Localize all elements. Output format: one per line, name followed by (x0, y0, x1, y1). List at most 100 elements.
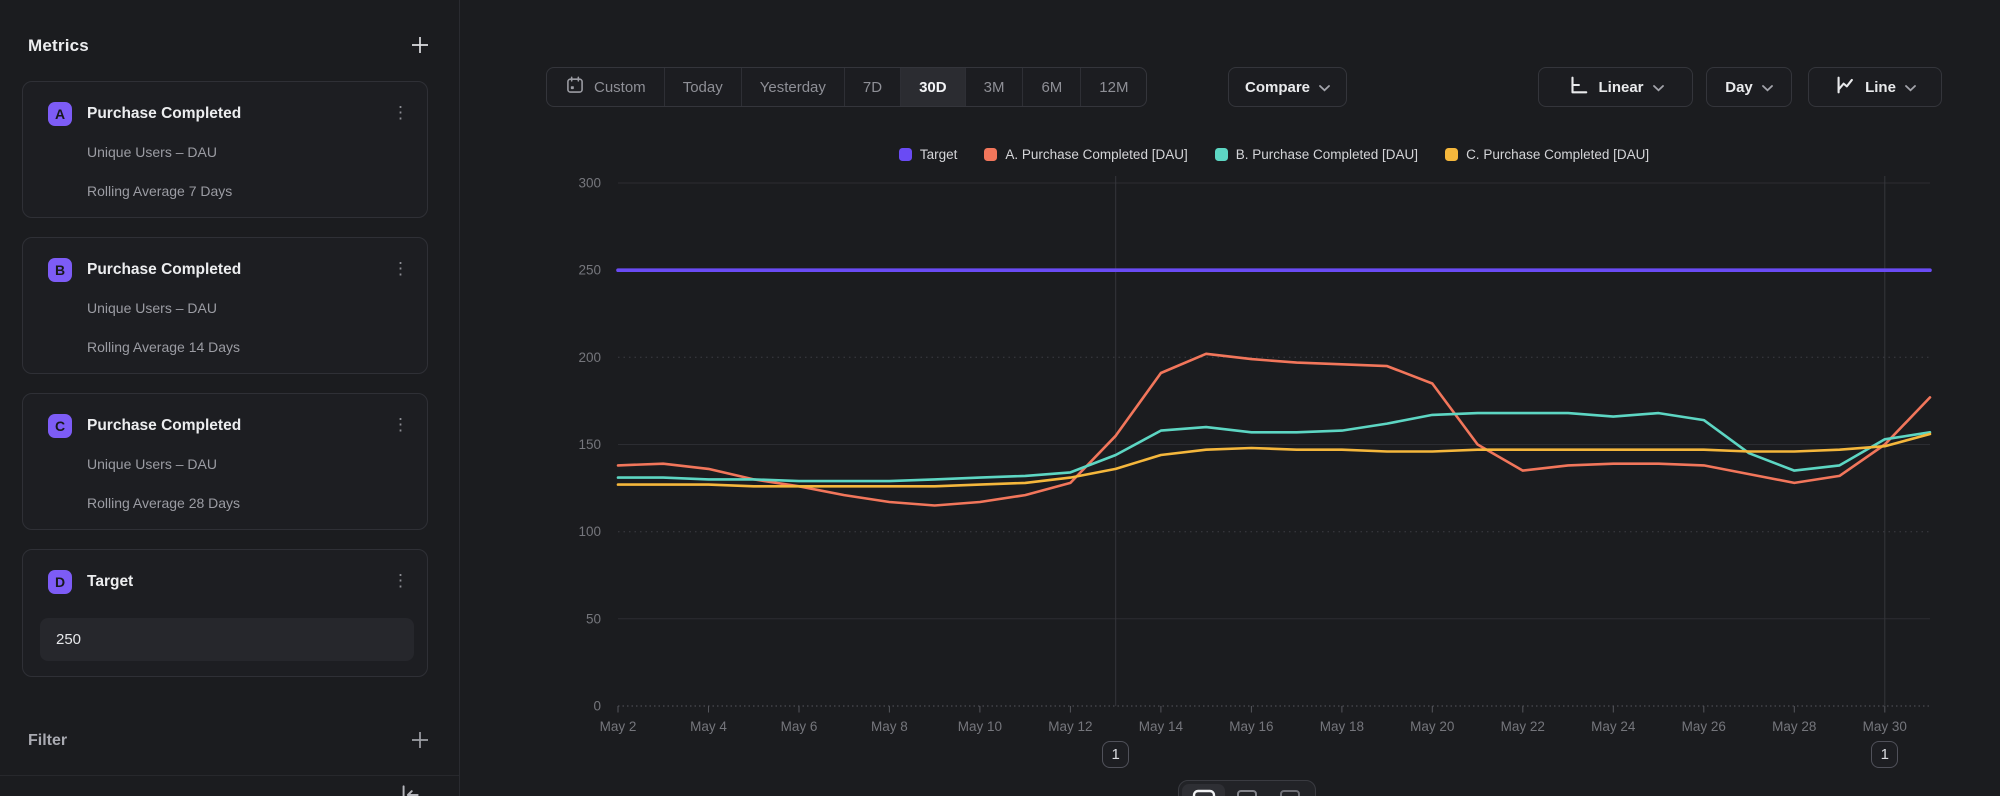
plus-icon (409, 729, 431, 754)
metric-card-c[interactable]: C Purchase Completed ⋮ Unique Users – DAU Ro… (22, 393, 428, 530)
add-filter-button[interactable] (407, 727, 433, 756)
compare-button[interactable]: Compare (1228, 67, 1347, 107)
range-3m[interactable]: 3M (965, 68, 1023, 106)
chevron-down-icon (1905, 79, 1916, 96)
chart-type-label: Line (1865, 79, 1896, 96)
sidebar-divider (0, 775, 459, 776)
svg-text:May 22: May 22 (1501, 719, 1545, 734)
metric-letter-chip: C (48, 414, 72, 438)
legend-swatch-icon (1445, 148, 1458, 161)
svg-text:May 28: May 28 (1772, 719, 1816, 734)
metric-menu-button[interactable]: ⋮ (386, 410, 415, 439)
scale-label: Linear (1598, 79, 1643, 96)
metric-card-b[interactable]: B Purchase Completed ⋮ Unique Users – DAU Ro… (22, 237, 428, 374)
metric-rolling-average: Rolling Average 28 Days (87, 495, 240, 511)
metrics-heading: Metrics (28, 36, 89, 56)
range-7d[interactable]: 7D (844, 68, 900, 106)
legend-item[interactable]: A. Purchase Completed [DAU] (984, 147, 1187, 162)
svg-text:May 8: May 8 (871, 719, 908, 734)
metric-rolling-average: Rolling Average 14 Days (87, 339, 240, 355)
svg-text:250: 250 (578, 263, 601, 278)
interval-dropdown[interactable]: Day (1706, 67, 1792, 107)
svg-text:May 30: May 30 (1863, 719, 1907, 734)
chart-legend: Target A. Purchase Completed [DAU] B. Purc… (618, 147, 1930, 162)
svg-text:100: 100 (578, 524, 601, 539)
sidebar-header: Metrics (28, 30, 433, 62)
svg-text:300: 300 (578, 176, 601, 191)
compare-label: Compare (1245, 79, 1310, 96)
metric-menu-button[interactable]: ⋮ (386, 98, 415, 127)
svg-text:May 2: May 2 (600, 719, 637, 734)
linear-axis-icon (1567, 74, 1589, 100)
legend-label: B. Purchase Completed [DAU] (1236, 147, 1418, 162)
annotation-badge[interactable]: 1 (1871, 741, 1898, 768)
range-30d[interactable]: 30D (900, 68, 965, 106)
svg-text:May 4: May 4 (690, 719, 727, 734)
chevron-down-icon (1762, 79, 1773, 96)
line-chart-icon (1834, 74, 1856, 100)
legend-swatch-icon (899, 148, 912, 161)
metric-title: Purchase Completed (87, 261, 241, 279)
metric-menu-button[interactable]: ⋮ (386, 254, 415, 283)
target-value-input[interactable] (40, 618, 414, 661)
metric-letter-chip: B (48, 258, 72, 282)
metric-menu-button[interactable]: ⋮ (386, 566, 415, 595)
metric-title: Target (87, 573, 133, 591)
sidebar: Metrics A Purchase Completed ⋮ Unique Users… (0, 0, 460, 796)
plus-icon (409, 34, 431, 59)
range-custom[interactable]: Custom (547, 68, 664, 106)
metric-rolling-average: Rolling Average 7 Days (87, 183, 232, 199)
legend-item[interactable]: C. Purchase Completed [DAU] (1445, 147, 1649, 162)
legend-swatch-icon (1215, 148, 1228, 161)
svg-text:200: 200 (578, 350, 601, 365)
view-split-button[interactable] (1225, 784, 1268, 796)
svg-text:0: 0 (593, 699, 601, 714)
range-yesterday[interactable]: Yesterday (741, 68, 844, 106)
svg-text:May 12: May 12 (1048, 719, 1092, 734)
metric-measure: Unique Users – DAU (87, 300, 217, 316)
metric-letter-chip: D (48, 570, 72, 594)
metric-measure: Unique Users – DAU (87, 456, 217, 472)
collapse-sidebar-button[interactable] (396, 782, 422, 796)
svg-text:May 16: May 16 (1229, 719, 1273, 734)
table-view-icon (1277, 788, 1303, 796)
legend-item[interactable]: B. Purchase Completed [DAU] (1215, 147, 1418, 162)
svg-text:May 14: May 14 (1139, 719, 1184, 734)
chevron-down-icon (1653, 79, 1664, 96)
svg-text:50: 50 (586, 611, 601, 626)
filter-heading: Filter (28, 732, 67, 750)
range-6m[interactable]: 6M (1022, 68, 1080, 106)
view-chart-button[interactable] (1182, 784, 1225, 796)
split-view-icon (1234, 788, 1260, 796)
legend-label: Target (920, 147, 958, 162)
range-today[interactable]: Today (664, 68, 741, 106)
metric-letter-chip: A (48, 102, 72, 126)
chart-view-icon (1191, 788, 1217, 796)
metric-title: Purchase Completed (87, 105, 241, 123)
annotation-badge[interactable]: 1 (1102, 741, 1129, 768)
svg-text:May 6: May 6 (781, 719, 818, 734)
legend-swatch-icon (984, 148, 997, 161)
metric-measure: Unique Users – DAU (87, 144, 217, 160)
add-metric-button[interactable] (407, 32, 433, 61)
calendar-icon (565, 75, 585, 99)
filter-section: Filter (28, 726, 433, 756)
legend-item[interactable]: Target (899, 147, 958, 162)
svg-text:May 10: May 10 (958, 719, 1002, 734)
metric-title: Purchase Completed (87, 417, 241, 435)
dashboard: Metrics A Purchase Completed ⋮ Unique Users… (0, 0, 2000, 796)
view-table-button[interactable] (1269, 784, 1312, 796)
svg-text:150: 150 (578, 437, 601, 452)
chart-type-dropdown[interactable]: Line (1808, 67, 1942, 107)
chevron-down-icon (1319, 79, 1330, 96)
scale-dropdown[interactable]: Linear (1538, 67, 1693, 107)
chart-view-switcher (1178, 780, 1316, 796)
legend-label: A. Purchase Completed [DAU] (1005, 147, 1187, 162)
range-12m[interactable]: 12M (1080, 68, 1146, 106)
svg-text:May 20: May 20 (1410, 719, 1454, 734)
interval-label: Day (1725, 79, 1753, 96)
legend-label: C. Purchase Completed [DAU] (1466, 147, 1649, 162)
metric-card-a[interactable]: A Purchase Completed ⋮ Unique Users – DAU Ro… (22, 81, 428, 218)
metric-card-d[interactable]: D Target ⋮ (22, 549, 428, 677)
svg-text:May 24: May 24 (1591, 719, 1636, 734)
